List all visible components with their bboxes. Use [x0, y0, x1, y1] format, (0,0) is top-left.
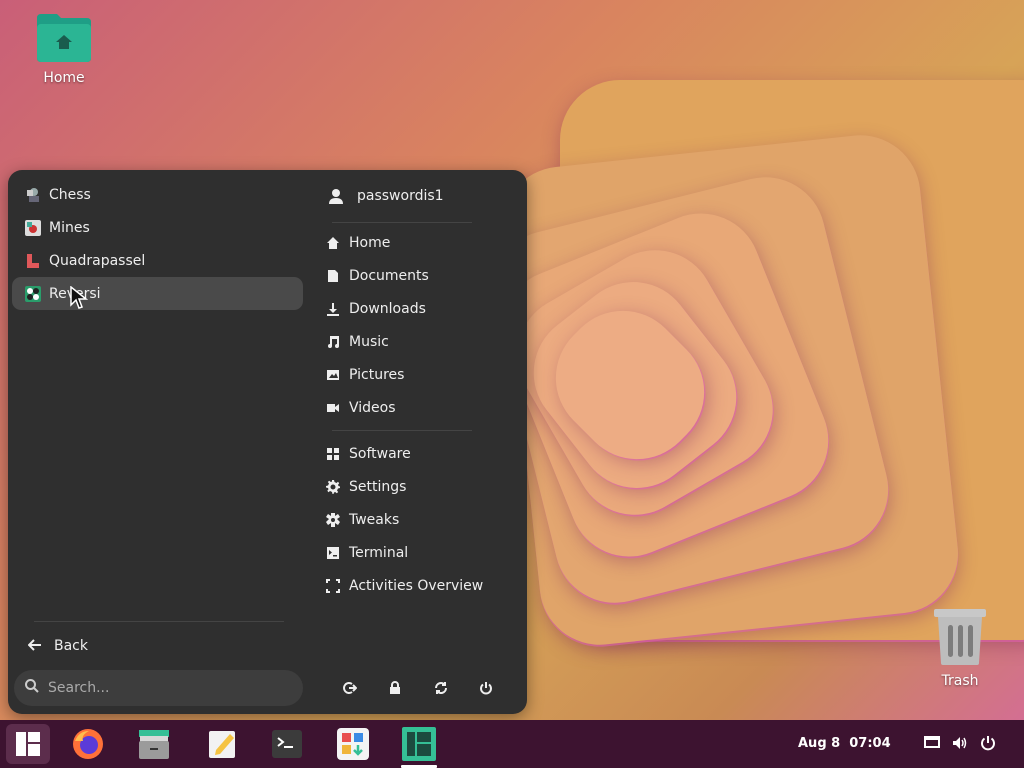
- manjaro-icon: [16, 732, 40, 756]
- system-tray: [924, 735, 996, 751]
- mines-icon: [25, 219, 41, 236]
- app-label: Quadrapassel: [49, 252, 146, 269]
- clock-date: Aug 8: [798, 736, 841, 751]
- system-software[interactable]: Software: [326, 437, 516, 470]
- application-menu: Chess Mines Quadrapassel Reversi Back: [8, 170, 527, 714]
- clock-time: 07:04: [849, 736, 891, 751]
- clock[interactable]: Aug 8 07:04: [798, 736, 891, 751]
- music-icon: [328, 335, 339, 348]
- place-label: Pictures: [349, 366, 405, 383]
- places-column: passwordis1 Home Documents Downloads Mus…: [326, 180, 516, 602]
- desktop-home-icon[interactable]: Home: [19, 12, 109, 86]
- divider: [332, 430, 472, 431]
- system-label: Tweaks: [349, 511, 400, 528]
- download-icon: [327, 302, 339, 316]
- tweaks-icon: [326, 512, 340, 527]
- chess-icon: [25, 187, 41, 203]
- home-icon: [327, 236, 339, 249]
- place-label: Downloads: [349, 300, 426, 317]
- place-documents[interactable]: Documents: [326, 259, 516, 292]
- manjaro-settings-icon: [402, 727, 436, 761]
- search-bar[interactable]: [14, 670, 303, 706]
- activities-icon: [326, 578, 340, 593]
- app-list: Chess Mines Quadrapassel Reversi: [12, 178, 303, 310]
- lock-icon[interactable]: [383, 676, 407, 700]
- search-input[interactable]: [48, 680, 268, 696]
- power-actions: [338, 676, 498, 700]
- app-item-mines[interactable]: Mines: [12, 211, 303, 244]
- software-icon: [327, 447, 339, 460]
- search-icon: [24, 678, 40, 698]
- start-menu-button[interactable]: [6, 724, 50, 764]
- system-label: Activities Overview: [349, 577, 484, 594]
- logout-icon[interactable]: [338, 676, 362, 700]
- place-label: Music: [349, 333, 389, 350]
- restart-icon[interactable]: [429, 676, 453, 700]
- folder-home-icon: [35, 12, 93, 64]
- app-item-quadrapassel[interactable]: Quadrapassel: [12, 244, 303, 277]
- taskbar-terminal[interactable]: [265, 724, 309, 764]
- user-icon: [326, 186, 346, 206]
- taskbar-firefox[interactable]: [66, 724, 110, 764]
- divider: [34, 621, 284, 622]
- taskbar-files[interactable]: [132, 724, 176, 764]
- terminal-icon: [272, 730, 302, 758]
- desktop-trash-icon[interactable]: Trash: [915, 605, 1005, 689]
- taskbar-manjaro-settings[interactable]: [397, 724, 441, 768]
- power-icon[interactable]: [980, 735, 996, 751]
- mouse-cursor-icon: [70, 285, 89, 314]
- document-icon: [328, 269, 338, 282]
- place-pictures[interactable]: Pictures: [326, 358, 516, 391]
- back-button[interactable]: Back: [27, 634, 88, 658]
- picture-icon: [327, 369, 339, 380]
- app-label: Mines: [49, 219, 90, 236]
- quadrapassel-icon: [25, 253, 41, 269]
- place-label: Home: [349, 234, 391, 251]
- software-icon: [337, 728, 369, 760]
- place-videos[interactable]: Videos: [326, 391, 516, 424]
- reversi-icon: [25, 285, 41, 302]
- system-tweaks[interactable]: Tweaks: [326, 503, 516, 536]
- divider: [332, 222, 472, 223]
- back-arrow-icon: [27, 637, 42, 656]
- screen-icon[interactable]: [924, 735, 940, 751]
- taskbar-text-editor[interactable]: [200, 724, 244, 764]
- system-label: Terminal: [349, 544, 409, 561]
- volume-icon[interactable]: [952, 735, 968, 751]
- app-item-chess[interactable]: Chess: [12, 178, 303, 211]
- terminal-icon: [327, 546, 339, 559]
- gear-icon: [326, 479, 340, 494]
- place-downloads[interactable]: Downloads: [326, 292, 516, 325]
- trash-icon: [932, 605, 988, 667]
- system-label: Software: [349, 445, 411, 462]
- place-music[interactable]: Music: [326, 325, 516, 358]
- system-settings[interactable]: Settings: [326, 470, 516, 503]
- app-label: Chess: [49, 186, 91, 203]
- user-name: passwordis1: [357, 188, 444, 204]
- desktop-trash-label: Trash: [941, 673, 979, 689]
- files-icon: [139, 730, 169, 759]
- text-editor-icon: [209, 731, 235, 758]
- desktop-home-label: Home: [43, 70, 85, 86]
- place-label: Documents: [349, 267, 429, 284]
- back-label: Back: [54, 638, 88, 654]
- place-label: Videos: [349, 399, 396, 416]
- system-label: Settings: [349, 478, 407, 495]
- system-terminal[interactable]: Terminal: [326, 536, 516, 569]
- firefox-icon: [73, 729, 103, 759]
- place-home[interactable]: Home: [326, 226, 516, 259]
- system-activities-overview[interactable]: Activities Overview: [326, 569, 516, 602]
- app-item-reversi[interactable]: Reversi: [12, 277, 303, 310]
- user-account[interactable]: passwordis1: [326, 180, 516, 212]
- video-icon: [327, 403, 339, 412]
- power-icon[interactable]: [474, 676, 498, 700]
- taskbar-software[interactable]: [331, 724, 375, 764]
